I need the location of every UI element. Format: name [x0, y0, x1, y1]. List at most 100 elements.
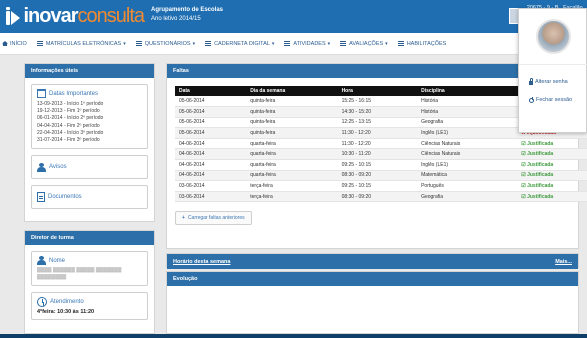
- cell-data: 04-06-2014: [175, 138, 247, 150]
- school-year: Ano letivo 2014/15: [151, 16, 201, 22]
- lock-icon: [529, 78, 533, 85]
- cell-tipo: ☑ Justificada: [517, 159, 587, 171]
- nav-item-4[interactable]: ATIVIDADES ▾: [284, 41, 330, 47]
- cell-disciplina: Português: [417, 180, 518, 192]
- school-info: Agrupamento de Escolas Ano letivo 2014/1…: [151, 6, 223, 24]
- table-row: 04-06-2014 quarta-feira 08:30 - 09:20 Matem…: [175, 170, 587, 182]
- column-header: Disciplina: [417, 86, 518, 96]
- cell-tipo: ☑ Justificada: [517, 180, 587, 192]
- cell-dia: quarta-feira: [246, 148, 338, 161]
- important-date: 19-12-2013 - Fim 1º período: [37, 108, 100, 115]
- nav-label: AVALIAÇÕES: [349, 40, 384, 47]
- inovar-logo[interactable]: inovarconsulta: [6, 4, 145, 28]
- logo-main-text: inovar: [23, 4, 78, 27]
- cell-tipo: ☑ Justificada: [517, 138, 587, 150]
- cell-disciplina: Ciências Naturais: [417, 138, 518, 150]
- attendance-label: Atendimento: [50, 299, 84, 305]
- attendance-box: Atendimento 4ªfeira: 10:30 às 11:20: [31, 292, 148, 320]
- nav-item-2[interactable]: QUESTIONÁRIOS ▾: [135, 40, 196, 47]
- chevron-down-icon: ▾: [192, 40, 196, 47]
- user-dropdown-menu: Alterar senha Fechar sessão: [518, 8, 587, 133]
- cell-disciplina: Geografia: [417, 117, 518, 129]
- power-icon: [529, 96, 534, 103]
- cell-hora: 12:25 - 13:15: [337, 117, 418, 129]
- table-row: 03-06-2014 terça-feira 08:30 - 09:20 Geogra…: [175, 191, 587, 203]
- avisos-label: Avisos: [49, 164, 67, 171]
- cell-dia: quinta-feira: [246, 127, 338, 139]
- cell-dia: terça-feira: [246, 180, 338, 192]
- cell-hora: 08:30 - 09:20: [337, 191, 418, 203]
- nav-label: INÍCIO: [10, 40, 27, 47]
- list-icon: [36, 41, 43, 46]
- info-panel: Informações úteis Datas Importantes 13-0…: [24, 63, 155, 222]
- cell-dia: quinta-feira: [246, 106, 338, 118]
- important-date: 22-04-2014 - Início 3º período: [37, 129, 104, 136]
- logo-sub-text: consulta: [77, 4, 145, 27]
- cell-disciplina: História: [417, 106, 518, 118]
- documentos-label: Documentos: [48, 194, 82, 201]
- logout-item[interactable]: Fechar sessão: [529, 96, 572, 103]
- avisos-box[interactable]: Avisos: [31, 155, 148, 180]
- cell-hora: 14:30 - 15:20: [337, 106, 418, 118]
- cell-data: 03-06-2014: [175, 191, 247, 203]
- list-icon: [205, 41, 212, 46]
- clock-icon: [37, 297, 47, 307]
- main-nav: INÍCIO MATRÍCULAS ELETRÓNICAS ▾ QUESTIONÁRI…: [0, 33, 587, 55]
- important-date: 04-04-2014 - Fim 2º período: [37, 122, 100, 129]
- cell-dia: quinta-feira: [246, 117, 338, 129]
- table-row: 04-06-2014 quarta-feira 10:30 - 11:20 Ciênc…: [175, 148, 587, 161]
- list-icon: [397, 41, 404, 46]
- weekly-schedule-link[interactable]: Horário desta semana: [173, 259, 230, 265]
- cell-hora: 09:25 - 10:15: [337, 180, 418, 192]
- director-name-box: Nome ▓▓▓▓ ▓▓▓▓▓▓ ▓▓▓▓▓ ▓▓▓▓▓▓▓ ▓▓▓▓▓▓▓▓: [31, 251, 148, 286]
- person-icon: [37, 162, 46, 172]
- chevron-down-icon: ▾: [271, 40, 275, 47]
- chevron-down-icon: ▾: [385, 40, 388, 47]
- attendance-schedule: 4ªfeira: 10:30 às 11:20: [37, 309, 95, 315]
- director-name-value: ▓▓▓▓ ▓▓▓▓▓▓ ▓▓▓▓▓ ▓▓▓▓▓▓▓ ▓▓▓▓▓▓▓▓: [37, 267, 122, 280]
- nav-item-0[interactable]: INÍCIO: [2, 41, 27, 47]
- document-icon: [37, 192, 45, 203]
- change-password-item[interactable]: Alterar senha: [529, 78, 568, 85]
- info-panel-title: Informações úteis: [25, 64, 154, 78]
- chevron-down-icon: ▾: [327, 40, 331, 47]
- nav-item-6[interactable]: HABILITAÇÕES: [397, 40, 447, 47]
- nav-item-3[interactable]: CADERNETA DIGITAL ▾: [205, 41, 274, 47]
- class-director-panel: Diretor de turma Nome ▓▓▓▓ ▓▓▓▓▓▓ ▓▓▓▓▓ …: [24, 230, 155, 334]
- important-date: 13-09-2013 - Início 1º período: [37, 101, 104, 107]
- nav-label: HABILITAÇÕES: [406, 40, 447, 47]
- director-name-label: Nome: [49, 257, 66, 264]
- cell-data: 04-06-2014: [175, 148, 247, 161]
- cell-hora: 11:30 - 12:20: [337, 127, 418, 139]
- column-header: Dia da semana: [246, 86, 338, 96]
- column-header: Data: [175, 86, 247, 96]
- cell-dia: quinta-feira: [246, 96, 338, 108]
- list-icon: [284, 41, 291, 46]
- nav-item-1[interactable]: MATRÍCULAS ELETRÓNICAS ▾: [36, 40, 126, 47]
- important-date: 31-07-2014 - Fim 3º período: [37, 137, 100, 144]
- nav-label: MATRÍCULAS ELETRÓNICAS: [45, 40, 122, 47]
- cell-disciplina: Inglês (LE1): [417, 127, 518, 139]
- person-icon: [37, 256, 46, 265]
- evolution-panel: Evolução: [166, 271, 579, 334]
- list-icon: [340, 41, 347, 46]
- load-previous-absences-button[interactable]: + Carregar faltas anteriores: [175, 211, 252, 226]
- table-row: 04-06-2014 quarta-feira 11:30 - 12:20 Ciênc…: [175, 138, 587, 150]
- evolution-title: Evolução: [167, 272, 578, 286]
- important-dates-box: Datas Importantes 13-09-2013 - Início 1º…: [31, 84, 148, 150]
- important-dates-list: 13-09-2013 - Início 1º período 19-12-2013…: [37, 101, 142, 144]
- cell-hora: 09:25 - 10:15: [337, 159, 418, 171]
- more-link[interactable]: Mais...: [555, 259, 572, 265]
- avatar: [536, 19, 571, 54]
- list-icon: [135, 41, 142, 46]
- cell-tipo: ☑ Justificada: [517, 170, 587, 182]
- nav-item-5[interactable]: AVALIAÇÕES ▾: [340, 41, 388, 47]
- nav-label: QUESTIONÁRIOS: [144, 40, 191, 47]
- documentos-box[interactable]: Documentos: [31, 185, 148, 210]
- nav-label: ATIVIDADES: [293, 40, 326, 47]
- cell-dia: quarta-feira: [246, 138, 338, 150]
- cell-dia: quarta-feira: [246, 159, 338, 171]
- cell-data: 05-06-2014: [175, 127, 247, 139]
- important-date: 06-01-2014 - Início 2º período: [37, 115, 104, 122]
- cell-dia: quarta-feira: [246, 170, 338, 182]
